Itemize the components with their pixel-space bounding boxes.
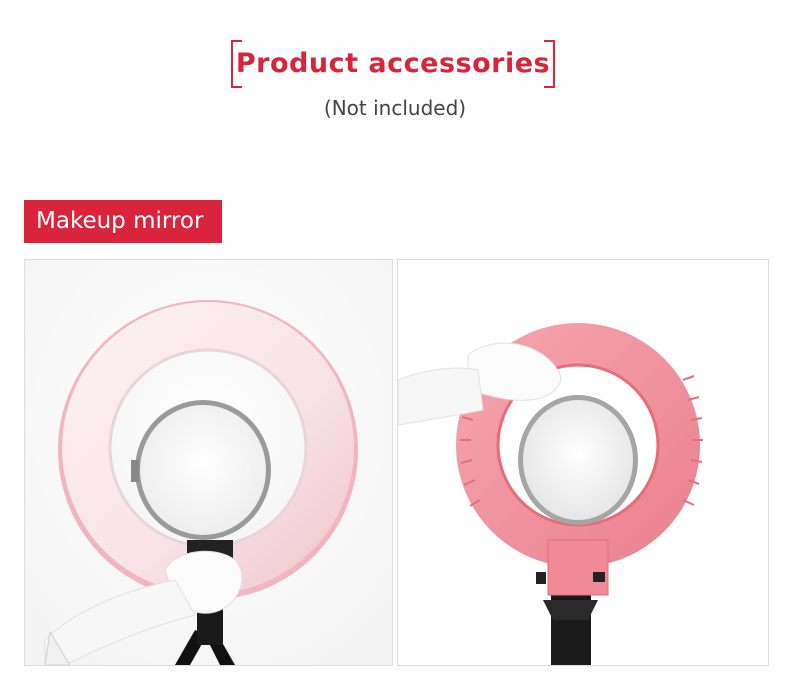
page-subtitle: (Not included) (323, 96, 467, 120)
section-title: Product accessories (231, 40, 555, 88)
page-title: Product accessories (235, 48, 551, 79)
title-bracket-right (544, 40, 555, 88)
category-tag: Makeup mirror (24, 200, 222, 243)
white-ring-light-photo (24, 259, 393, 666)
pink-ring-light-photo (397, 259, 769, 666)
